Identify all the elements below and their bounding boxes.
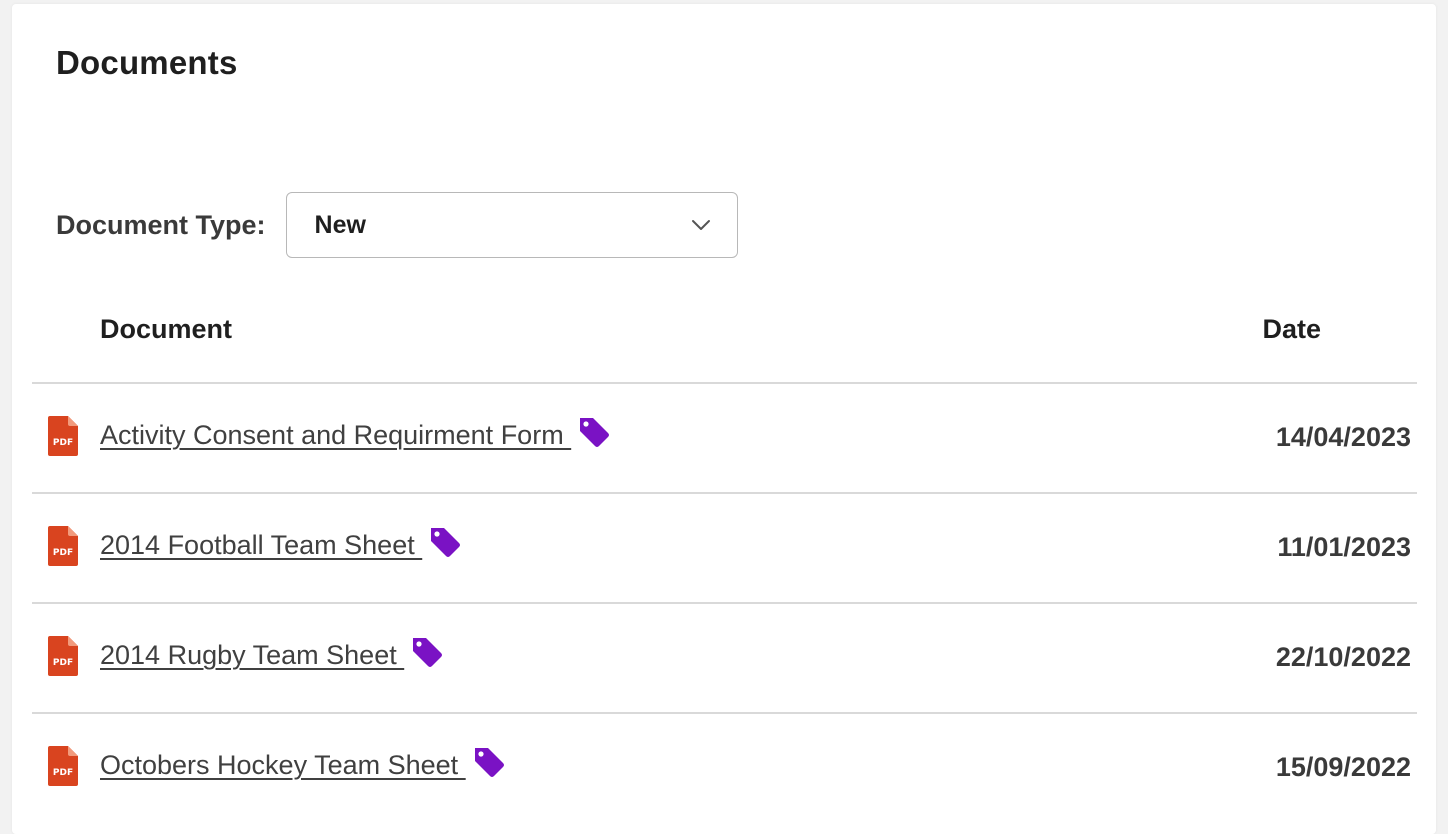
svg-text:PDF: PDF	[53, 768, 73, 778]
pdf-icon: PDF	[48, 636, 78, 676]
column-header-document: Document	[100, 314, 233, 344]
table-header: Document Date	[32, 302, 1417, 384]
tag-icon	[580, 417, 610, 447]
document-type-label: Document Type:	[56, 209, 266, 240]
svg-text:PDF: PDF	[53, 548, 73, 558]
table-body: PDF Activity Consent and Requirment Form…	[32, 384, 1417, 822]
document-type-filter: Document Type: New	[56, 192, 738, 258]
table-row: PDF Activity Consent and Requirment Form…	[32, 384, 1417, 494]
document-date: 14/04/2023	[1275, 422, 1411, 452]
pdf-icon: PDF	[48, 526, 78, 566]
document-type-select[interactable]: New	[285, 192, 738, 258]
document-date: 15/09/2022	[1275, 752, 1411, 782]
documents-table: Document Date PDF Activity Consent and R…	[32, 302, 1417, 822]
page-title: Documents	[56, 44, 238, 81]
chevron-down-icon	[691, 220, 710, 230]
table-row: PDF 2014 Football Team Sheet 11/01/2023	[32, 494, 1417, 604]
pdf-icon: PDF	[48, 746, 78, 786]
document-date: 22/10/2022	[1275, 642, 1411, 672]
tag-icon	[431, 527, 461, 557]
tag-icon	[474, 747, 504, 777]
table-row: PDF Octobers Hockey Team Sheet 15/09/202…	[32, 714, 1417, 822]
column-header-date: Date	[1262, 314, 1321, 344]
svg-text:PDF: PDF	[53, 438, 73, 448]
document-date: 11/01/2023	[1277, 532, 1411, 562]
tag-icon	[413, 637, 443, 667]
document-link[interactable]: 2014 Rugby Team Sheet	[100, 640, 404, 671]
documents-card: Documents Document Type: New Document Da…	[12, 4, 1436, 834]
document-link[interactable]: Octobers Hockey Team Sheet	[100, 750, 466, 781]
pdf-icon: PDF	[48, 416, 78, 456]
document-link[interactable]: 2014 Football Team Sheet	[100, 530, 422, 561]
document-type-selected-value: New	[314, 210, 366, 239]
table-row: PDF 2014 Rugby Team Sheet 22/10/2022	[32, 604, 1417, 714]
document-link[interactable]: Activity Consent and Requirment Form	[100, 420, 571, 451]
svg-text:PDF: PDF	[53, 658, 73, 668]
